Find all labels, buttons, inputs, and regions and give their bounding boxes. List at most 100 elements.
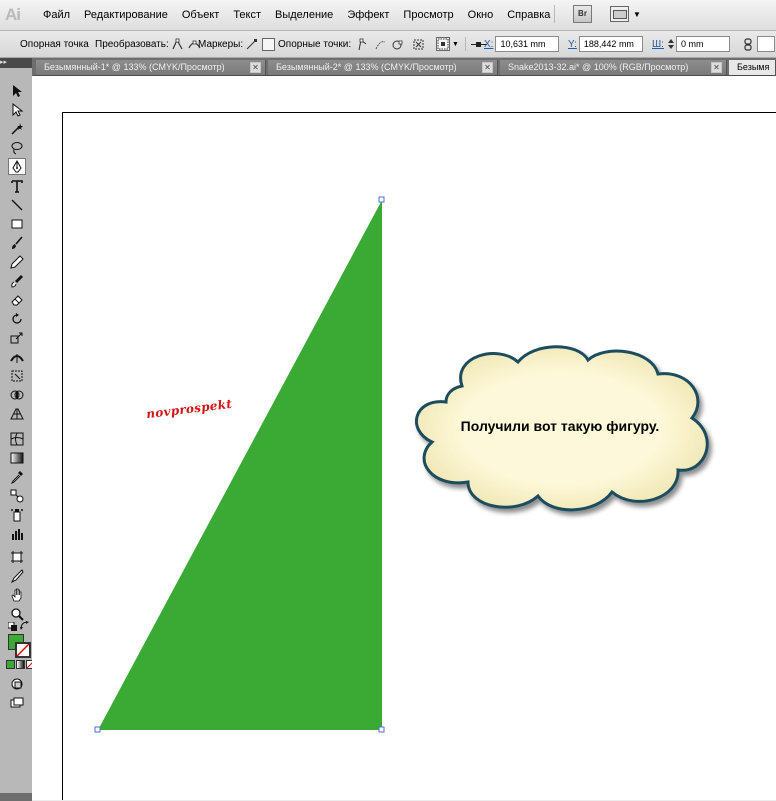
- menu-window[interactable]: Окно: [461, 0, 501, 30]
- selection-tool[interactable]: [8, 82, 26, 99]
- tab-document-1[interactable]: Безымянный-1* @ 133% (CMYK/Просмотр) ✕: [36, 60, 266, 75]
- free-transform-tool[interactable]: [8, 367, 26, 384]
- tab-document-active[interactable]: Безымя: [729, 60, 776, 75]
- menu-type[interactable]: Текст: [226, 0, 268, 30]
- menu-bar: Ai Файл Редактирование Объект Текст Выде…: [0, 0, 776, 31]
- eyedropper-icon: [10, 470, 23, 484]
- document-tab-bar: ▸▸ Безымянный-1* @ 133% (CMYK/Просмотр) …: [0, 58, 776, 76]
- close-icon[interactable]: ✕: [482, 62, 493, 73]
- scale-tool[interactable]: [8, 329, 26, 346]
- menu-effect[interactable]: Эффект: [340, 0, 396, 30]
- blend-tool[interactable]: [8, 487, 26, 504]
- tools-panel: ▸▸: [0, 58, 35, 801]
- menu-file[interactable]: Файл: [36, 0, 77, 30]
- width-tool[interactable]: [8, 348, 26, 365]
- convert-corner-icon[interactable]: [171, 38, 184, 51]
- menu-object[interactable]: Объект: [175, 0, 226, 30]
- stroke-swatch[interactable]: [15, 642, 31, 658]
- magic-wand-tool[interactable]: [8, 120, 26, 137]
- tab-label: Безымя: [737, 62, 770, 72]
- paintbrush-tool[interactable]: [8, 234, 26, 251]
- magic-wand-icon: [11, 122, 23, 135]
- menu-view[interactable]: Просмотр: [396, 0, 460, 30]
- reference-point-icon[interactable]: [436, 37, 450, 51]
- shape-builder-tool[interactable]: [8, 386, 26, 403]
- tab-document-2[interactable]: Безымянный-2* @ 133% (CMYK/Просмотр) ✕: [268, 60, 498, 75]
- direct-selection-tool[interactable]: [8, 101, 26, 118]
- width-icon: [10, 353, 24, 363]
- canvas-workspace[interactable]: novprospekt Получили вот такую фигуру.: [32, 76, 776, 800]
- menu-tools: Br ▼: [548, 5, 641, 23]
- color-mode-buttons: [6, 660, 35, 669]
- cloud-shape[interactable]: [402, 338, 722, 523]
- tools-panel-grip[interactable]: ▸▸: [0, 58, 32, 68]
- line-tool[interactable]: [8, 196, 26, 213]
- rectangle-icon: [11, 219, 23, 228]
- drawing-modes-button[interactable]: [8, 675, 26, 692]
- menu-edit[interactable]: Редактирование: [77, 0, 175, 30]
- show-handles-icon[interactable]: [245, 38, 258, 51]
- line-icon: [11, 199, 23, 210]
- gradient-mode-icon[interactable]: [16, 660, 25, 669]
- pencil-icon: [10, 254, 24, 269]
- tab-label: Snake2013-32.ai* @ 100% (RGB/Просмотр): [508, 62, 689, 72]
- selection-icon: [13, 84, 22, 97]
- height-field[interactable]: [757, 36, 775, 52]
- column-graph-tool[interactable]: [8, 525, 26, 542]
- main-menu: Файл Редактирование Объект Текст Выделен…: [36, 0, 557, 30]
- anchor-point-bottom-right[interactable]: [378, 726, 385, 733]
- blob-brush-tool[interactable]: [8, 272, 26, 289]
- rotate-tool[interactable]: [8, 310, 26, 327]
- symbol-sprayer-tool[interactable]: [8, 506, 26, 523]
- slice-tool[interactable]: [8, 567, 26, 584]
- pen-tool[interactable]: [8, 158, 26, 175]
- pencil-tool[interactable]: [8, 253, 26, 270]
- mesh-tool[interactable]: [8, 430, 26, 447]
- artboard-tool[interactable]: [8, 548, 26, 565]
- cut-path-icon[interactable]: [374, 38, 387, 51]
- chevron-down-icon[interactable]: ▼: [452, 41, 459, 48]
- rectangle-tool[interactable]: [8, 215, 26, 232]
- close-icon[interactable]: ✕: [250, 62, 261, 73]
- constrain-proportions-icon[interactable]: [742, 37, 755, 51]
- screen-mode-button[interactable]: [8, 694, 26, 711]
- app-logo: Ai: [5, 5, 21, 24]
- perspective-grid-tool[interactable]: [8, 405, 26, 422]
- stepper-icon[interactable]: [667, 38, 674, 51]
- lasso-tool[interactable]: [8, 139, 26, 156]
- default-colors-icon[interactable]: [7, 621, 18, 632]
- tab-label: Безымянный-2* @ 133% (CMYK/Просмотр): [276, 62, 457, 72]
- bridge-button[interactable]: Br: [573, 5, 592, 23]
- menu-select[interactable]: Выделение: [268, 0, 340, 30]
- isolate-icon[interactable]: [412, 38, 425, 51]
- slice-icon: [10, 568, 24, 583]
- gradient-tool[interactable]: [8, 449, 26, 466]
- eyedropper-tool[interactable]: [8, 468, 26, 485]
- remove-anchor-icon[interactable]: [357, 38, 370, 51]
- zoom-tool[interactable]: [8, 605, 26, 622]
- draw-normal-icon: [11, 678, 23, 689]
- color-mode-icon[interactable]: [6, 660, 15, 669]
- close-icon[interactable]: ✕: [711, 62, 722, 73]
- rotate-icon: [12, 312, 22, 324]
- arrange-documents-icon[interactable]: [610, 6, 629, 22]
- anchor-point-top[interactable]: [378, 196, 385, 203]
- hand-icon: [11, 588, 22, 601]
- perspective-grid-icon: [10, 408, 24, 419]
- hand-tool[interactable]: [8, 586, 26, 603]
- anchors-label: Опорные точки:: [278, 38, 352, 50]
- free-transform-icon: [11, 370, 23, 381]
- column-graph-icon: [12, 528, 23, 540]
- swap-colors-icon[interactable]: [20, 621, 30, 631]
- y-coordinate-field[interactable]: 188,442 mm: [578, 36, 643, 52]
- hide-handles-icon[interactable]: [262, 37, 276, 51]
- connect-anchors-icon[interactable]: [391, 38, 404, 51]
- eraser-tool[interactable]: [8, 291, 26, 308]
- anchor-point-bottom-left[interactable]: [94, 726, 101, 733]
- green-triangle[interactable]: [90, 194, 390, 734]
- type-tool[interactable]: [8, 177, 26, 194]
- chevron-down-icon[interactable]: ▼: [633, 10, 641, 19]
- width-field[interactable]: 0 mm: [675, 36, 730, 52]
- tab-document-3[interactable]: Snake2013-32.ai* @ 100% (RGB/Просмотр) ✕: [500, 60, 727, 75]
- x-coordinate-field[interactable]: 10,631 mm: [495, 36, 560, 52]
